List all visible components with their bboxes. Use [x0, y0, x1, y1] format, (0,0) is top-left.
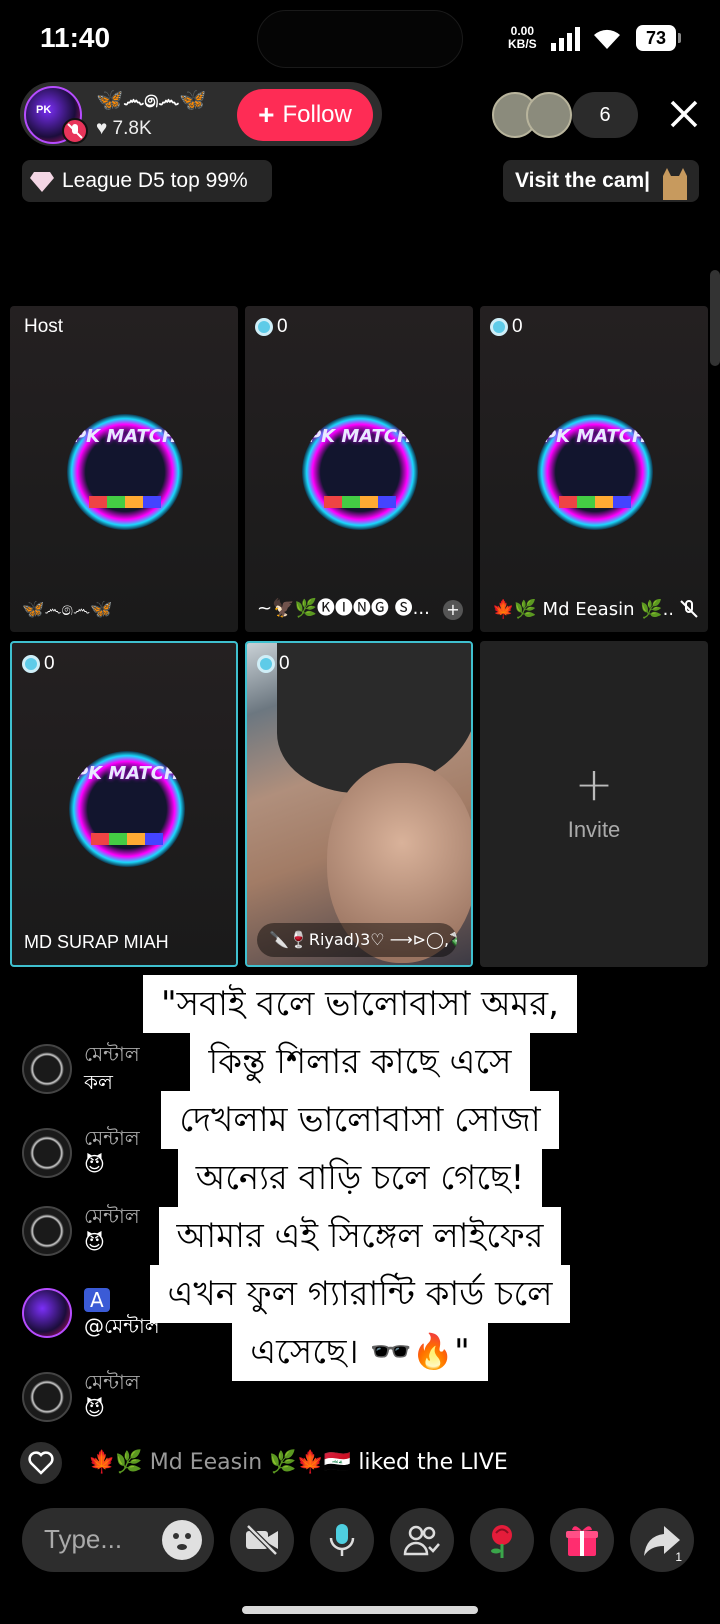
share-button[interactable]: 1 [630, 1508, 694, 1572]
video-off-icon [246, 1524, 278, 1556]
pk-match-logo: PK MATCH [302, 414, 418, 530]
pk-match-logo: PK MATCH [69, 751, 185, 867]
people-icon [403, 1525, 440, 1556]
seat-score: 0 [257, 653, 290, 675]
seat-name: 🍁🌿 Md Eeasin 🌿... [492, 599, 672, 620]
camera-notch [257, 10, 463, 68]
seat-name: MD SURAP MIAH [24, 932, 169, 952]
guests-button[interactable] [390, 1508, 454, 1572]
side-scroll-handle[interactable] [710, 270, 720, 366]
liked-text: 🍁🌿 Md Eeasin 🌿🍁🇮🇶 liked the LIVE [88, 1450, 508, 1475]
seat-name: 🦋෴෧෴🦋 [22, 599, 113, 620]
campaign-button[interactable]: Visit the cam| [503, 160, 699, 202]
coin-icon [22, 655, 40, 673]
league-label: League D5 top 99% [62, 169, 248, 192]
comment-placeholder: Type... [44, 1524, 123, 1554]
host-tag: Host [24, 316, 64, 337]
seat-guest-1[interactable]: 0 PK MATCH ~🦅🌿🅚🅘🅝🅖 🅢... + [245, 306, 473, 632]
seat-guest-2[interactable]: 0 PK MATCH 🍁🌿 Md Eeasin 🌿... [480, 306, 708, 632]
host-name[interactable]: 🦋෴෧෴🦋 [96, 88, 207, 113]
caption-overlay: "সবাই বলে ভালোবাসা অমর, কিন্তু শিলার কাছ… [0, 975, 720, 1381]
battery-indicator: 73 [636, 25, 681, 51]
caption-line: অন্যের বাড়ি চলে গেছে! [177, 1149, 543, 1207]
mic-off-icon [680, 600, 698, 618]
coin-icon [255, 318, 273, 336]
heart-icon[interactable] [20, 1442, 62, 1484]
mic-off-icon [62, 118, 88, 144]
league-badge[interactable]: League D5 top 99% [22, 160, 272, 202]
gift-icon [566, 1526, 598, 1556]
net-speed-unit: KB/S [508, 37, 537, 51]
coin-icon [490, 318, 508, 336]
share-count: 1 [675, 1550, 682, 1564]
top-viewers[interactable] [492, 92, 582, 138]
plus-icon: + [574, 757, 614, 811]
viewer-avatar[interactable] [526, 92, 572, 138]
follow-label: Follow [282, 101, 352, 128]
status-bar: 11:40 0.00 KB/S 73 [0, 0, 720, 80]
caption-line: "সবাই বলে ভালোবাসা অমর, [143, 975, 577, 1033]
seat-guest-4-video[interactable]: 0 🔪🍷Riyad)3♡ ⟶⊳◯,💸 [245, 641, 473, 967]
seat-name: 🔪🍷Riyad)3♡ ⟶⊳◯,💸 [257, 923, 457, 957]
seat-host[interactable]: Host PK MATCH 🦋෴෧෴🦋 [10, 306, 238, 632]
plus-icon: + [258, 99, 275, 130]
microphone-icon [329, 1524, 355, 1556]
diamond-icon [30, 172, 54, 192]
liked-username[interactable]: 🍁🌿 Md Eeasin 🌿🍁🇮🇶 [88, 1450, 351, 1475]
campaign-label: Visit the cam| [515, 169, 651, 192]
caption-line: এসেছে। 🕶️🔥" [232, 1323, 488, 1381]
caption-line: দেখলাম ভালোবাসা সোজা [161, 1091, 559, 1149]
chat-text: 😈 [84, 1396, 105, 1420]
microphone-button[interactable] [310, 1508, 374, 1572]
cat-icon [663, 168, 687, 200]
pk-match-logo: PK MATCH [537, 414, 653, 530]
invite-label: Invite [567, 817, 621, 842]
liked-suffix: liked the LIVE [351, 1450, 508, 1475]
pk-match-mini-icon: PK [36, 104, 52, 116]
caption-line: এখন ফুল গ্যারান্টি কার্ড চলে [149, 1265, 571, 1323]
emoji-icon[interactable] [162, 1520, 202, 1560]
close-icon[interactable] [666, 96, 702, 132]
seat-score: 0 [255, 316, 288, 338]
seat-guest-3[interactable]: 0 PK MATCH MD SURAP MIAH [10, 641, 238, 967]
seat-name: ~🦅🌿🅚🅘🅝🅖 🅢... [257, 598, 430, 619]
rose-gift-button[interactable] [470, 1508, 534, 1572]
invite-seat[interactable]: + Invite [480, 641, 708, 967]
coin-icon [257, 655, 275, 673]
caption-line: আমার এই সিঙ্গেল লাইফের [158, 1207, 562, 1265]
add-icon[interactable]: + [443, 600, 463, 620]
seat-score: 0 [490, 316, 523, 338]
network-speed: 0.00 KB/S [508, 25, 537, 51]
follow-button[interactable]: + Follow [237, 89, 373, 141]
pk-match-logo: PK MATCH [67, 414, 183, 530]
rose-icon [491, 1525, 512, 1558]
status-time: 11:40 [40, 22, 111, 53]
caption-line: কিন্তু শিলার কাছে এসে [190, 1033, 530, 1091]
video-feed [247, 643, 471, 965]
home-indicator[interactable] [242, 1606, 478, 1614]
signal-icon [551, 27, 580, 51]
wifi-icon [594, 29, 620, 49]
camera-off-button[interactable] [230, 1508, 294, 1572]
seat-score: 0 [22, 653, 55, 675]
viewer-count[interactable]: 6 [572, 92, 638, 138]
comment-input[interactable]: Type... [22, 1508, 214, 1572]
host-likes: ♥ 7.8K [96, 118, 152, 139]
gift-button[interactable] [550, 1508, 614, 1572]
